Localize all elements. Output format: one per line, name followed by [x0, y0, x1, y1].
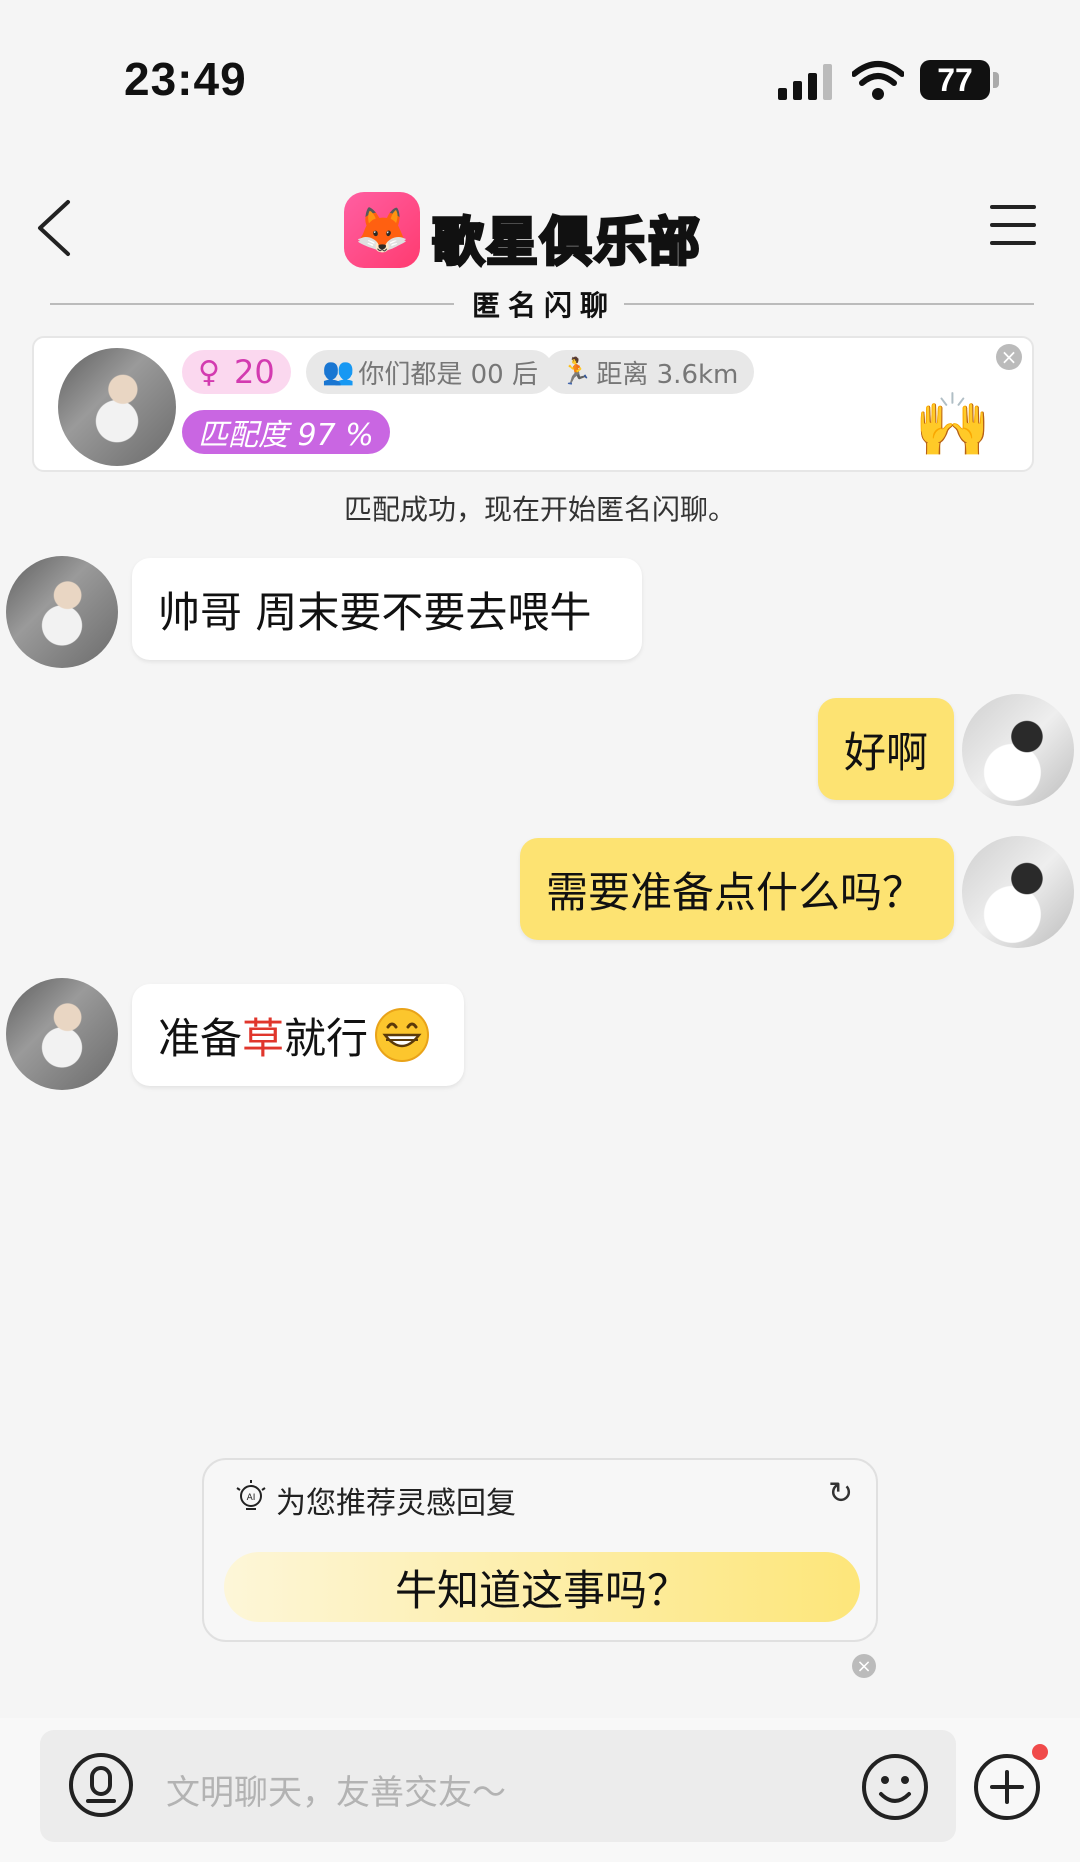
message-bubble-incoming: 帅哥 周末要不要去喂牛 [132, 558, 642, 660]
partner-avatar[interactable] [6, 556, 118, 668]
age-value: 20 [233, 353, 275, 391]
status-time: 23:49 [124, 53, 247, 105]
notification-dot [1032, 1744, 1048, 1760]
menu-button[interactable] [990, 205, 1036, 245]
female-icon: ♀ [198, 354, 220, 390]
people-icon: 👥 [322, 357, 355, 387]
running-icon: 🏃 [560, 357, 593, 387]
distance-text: 距离 3.6km [596, 359, 739, 390]
message-text: 就行 [284, 1013, 369, 1063]
partner-avatar[interactable] [58, 348, 176, 466]
suggestion-title: 为您推荐灵感回复 [276, 1486, 516, 1521]
lightbulb-ai-icon: AI [236, 1480, 266, 1510]
app-title: 歌星俱乐部 [430, 212, 703, 275]
svg-text:AI: AI [247, 1493, 256, 1503]
emoji-picker-icon[interactable] [860, 1752, 930, 1822]
refresh-icon[interactable]: ↻ [828, 1476, 853, 1511]
message-bubble-incoming: 准备草就行 [132, 984, 464, 1086]
system-message: 匹配成功，现在开始匿名闪聊。 [343, 493, 736, 526]
divider-left [50, 303, 454, 305]
grinning-face-icon [375, 1008, 430, 1062]
highlighted-word: 草 [242, 1013, 285, 1063]
age-tag: ♀ 20 [182, 350, 291, 394]
message-bubble-outgoing: 好啊 [818, 698, 954, 800]
card-close-button[interactable]: × [996, 344, 1022, 370]
suggestion-close-button[interactable]: × [852, 1654, 876, 1678]
fox-icon: 🦊 [354, 205, 410, 256]
my-avatar[interactable] [962, 836, 1074, 948]
distance-tag: 🏃 距离 3.6km [544, 350, 755, 394]
voice-input-icon[interactable] [68, 1752, 134, 1818]
app-logo: 🦊 [344, 192, 420, 268]
match-score-badge: 匹配度 97 % [182, 410, 390, 454]
back-button[interactable] [30, 196, 80, 260]
suggested-reply-button[interactable]: 牛知道这事吗？ [224, 1552, 860, 1622]
message-text: 准备 [158, 1013, 243, 1063]
battery-indicator: 77 [920, 60, 999, 100]
partner-avatar[interactable] [6, 978, 118, 1090]
message-bubble-outgoing: 需要准备点什么吗？ [520, 838, 954, 940]
add-attachment-icon[interactable] [972, 1752, 1042, 1822]
high-five-icon: 🙌 [914, 388, 992, 461]
divider-right [624, 303, 1034, 305]
generation-text: 你们都是 00 后 [358, 359, 538, 390]
signal-icon [778, 64, 832, 100]
chat-mode-subtitle: 匿名闪聊 [472, 289, 617, 322]
generation-tag: 👥 你们都是 00 后 [306, 350, 554, 394]
wifi-icon [852, 61, 904, 100]
my-avatar[interactable] [962, 694, 1074, 806]
input-placeholder[interactable]: 文明聊天，友善交友～ [166, 1765, 506, 1814]
